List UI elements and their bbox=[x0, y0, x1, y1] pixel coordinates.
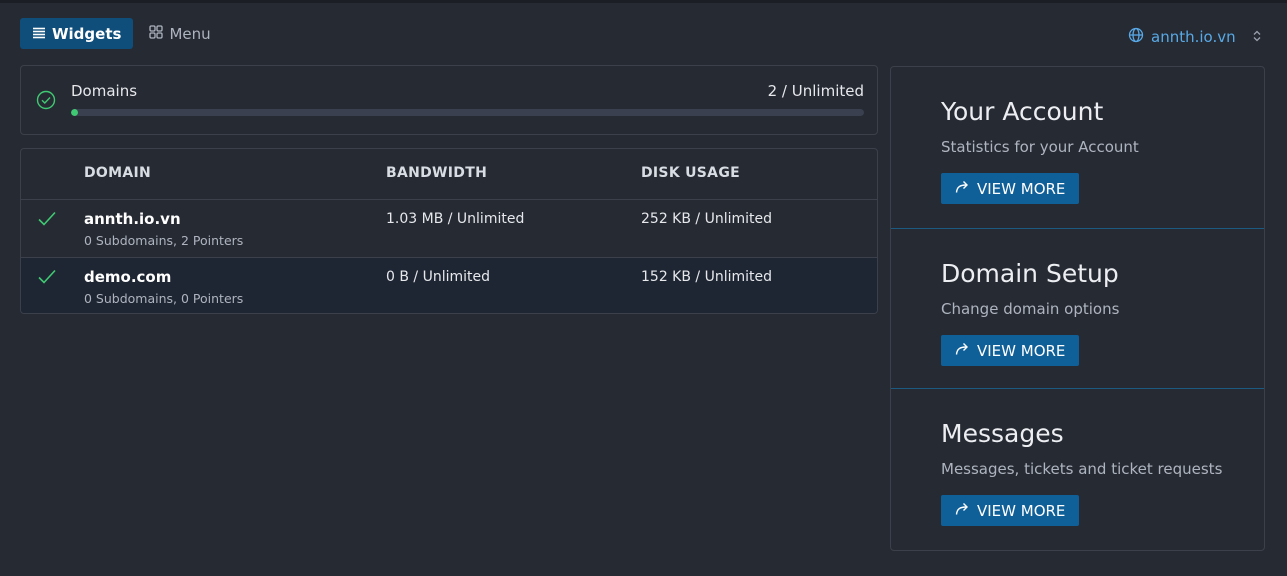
section-description: Messages, tickets and ticket requests bbox=[941, 460, 1223, 478]
view-more-label: VIEW MORE bbox=[977, 341, 1066, 360]
chevron-up-down-icon bbox=[1253, 28, 1261, 46]
domain-setup-section: Domain Setup Change domain options VIEW … bbox=[891, 228, 1264, 389]
section-title: Domain Setup bbox=[941, 259, 1119, 288]
messages-section: Messages Messages, tickets and ticket re… bbox=[891, 389, 1264, 550]
your-account-section: Your Account Statistics for your Account… bbox=[891, 67, 1264, 228]
section-description: Change domain options bbox=[941, 300, 1120, 318]
domain-selector[interactable]: annth.io.vn bbox=[1128, 27, 1261, 47]
domains-table: DOMAIN BANDWIDTH DISK USAGE annth.io.vn … bbox=[20, 148, 878, 314]
view-more-label: VIEW MORE bbox=[977, 501, 1066, 520]
globe-icon bbox=[1128, 27, 1144, 47]
table-header: DOMAIN BANDWIDTH DISK USAGE bbox=[21, 149, 877, 200]
domain-details: 0 Subdomains, 0 Pointers bbox=[84, 291, 244, 306]
disk-usage-value: 252 KB / Unlimited bbox=[641, 211, 772, 227]
table-row[interactable]: demo.com 0 Subdomains, 0 Pointers 0 B / … bbox=[21, 257, 877, 313]
section-description: Statistics for your Account bbox=[941, 138, 1139, 156]
list-icon bbox=[32, 25, 46, 43]
table-row[interactable]: annth.io.vn 0 Subdomains, 2 Pointers 1.0… bbox=[21, 200, 877, 257]
domain-name-link[interactable]: annth.io.vn bbox=[84, 210, 181, 228]
check-icon bbox=[37, 268, 57, 290]
header-domain[interactable]: DOMAIN bbox=[84, 165, 151, 181]
usage-label: Domains bbox=[71, 82, 138, 100]
usage-progress-bar bbox=[71, 109, 864, 116]
header-bandwidth[interactable]: BANDWIDTH bbox=[386, 165, 487, 181]
disk-usage-value: 152 KB / Unlimited bbox=[641, 269, 772, 285]
header-disk-usage[interactable]: DISK USAGE bbox=[641, 165, 740, 181]
bandwidth-value: 0 B / Unlimited bbox=[386, 269, 490, 285]
section-title: Your Account bbox=[941, 97, 1104, 126]
view-more-label: VIEW MORE bbox=[977, 179, 1066, 198]
usage-progress-fill bbox=[71, 109, 78, 116]
domains-usage-card: Domains 2 / Unlimited bbox=[20, 65, 878, 135]
share-arrow-icon bbox=[955, 342, 971, 360]
check-circle-icon bbox=[36, 90, 56, 114]
share-arrow-icon bbox=[955, 180, 971, 198]
view-more-button[interactable]: VIEW MORE bbox=[941, 495, 1080, 526]
usage-value: 2 / Unlimited bbox=[767, 82, 864, 100]
check-icon bbox=[37, 210, 57, 232]
section-title: Messages bbox=[941, 419, 1064, 448]
share-arrow-icon bbox=[955, 502, 971, 520]
bandwidth-value: 1.03 MB / Unlimited bbox=[386, 211, 525, 227]
side-panel: Your Account Statistics for your Account… bbox=[890, 66, 1265, 551]
tab-menu-label: Menu bbox=[169, 24, 211, 43]
view-tabs: Widgets Menu bbox=[20, 18, 223, 49]
view-more-button[interactable]: VIEW MORE bbox=[941, 335, 1080, 366]
domain-selector-value: annth.io.vn bbox=[1151, 28, 1236, 46]
view-more-button[interactable]: VIEW MORE bbox=[941, 173, 1080, 204]
domain-name-link[interactable]: demo.com bbox=[84, 268, 171, 286]
grid-icon bbox=[149, 24, 164, 43]
domain-details: 0 Subdomains, 2 Pointers bbox=[84, 233, 244, 248]
tab-widgets-label: Widgets bbox=[52, 24, 122, 43]
top-border bbox=[0, 0, 1287, 3]
tab-widgets[interactable]: Widgets bbox=[20, 18, 134, 49]
tab-menu[interactable]: Menu bbox=[137, 18, 222, 49]
